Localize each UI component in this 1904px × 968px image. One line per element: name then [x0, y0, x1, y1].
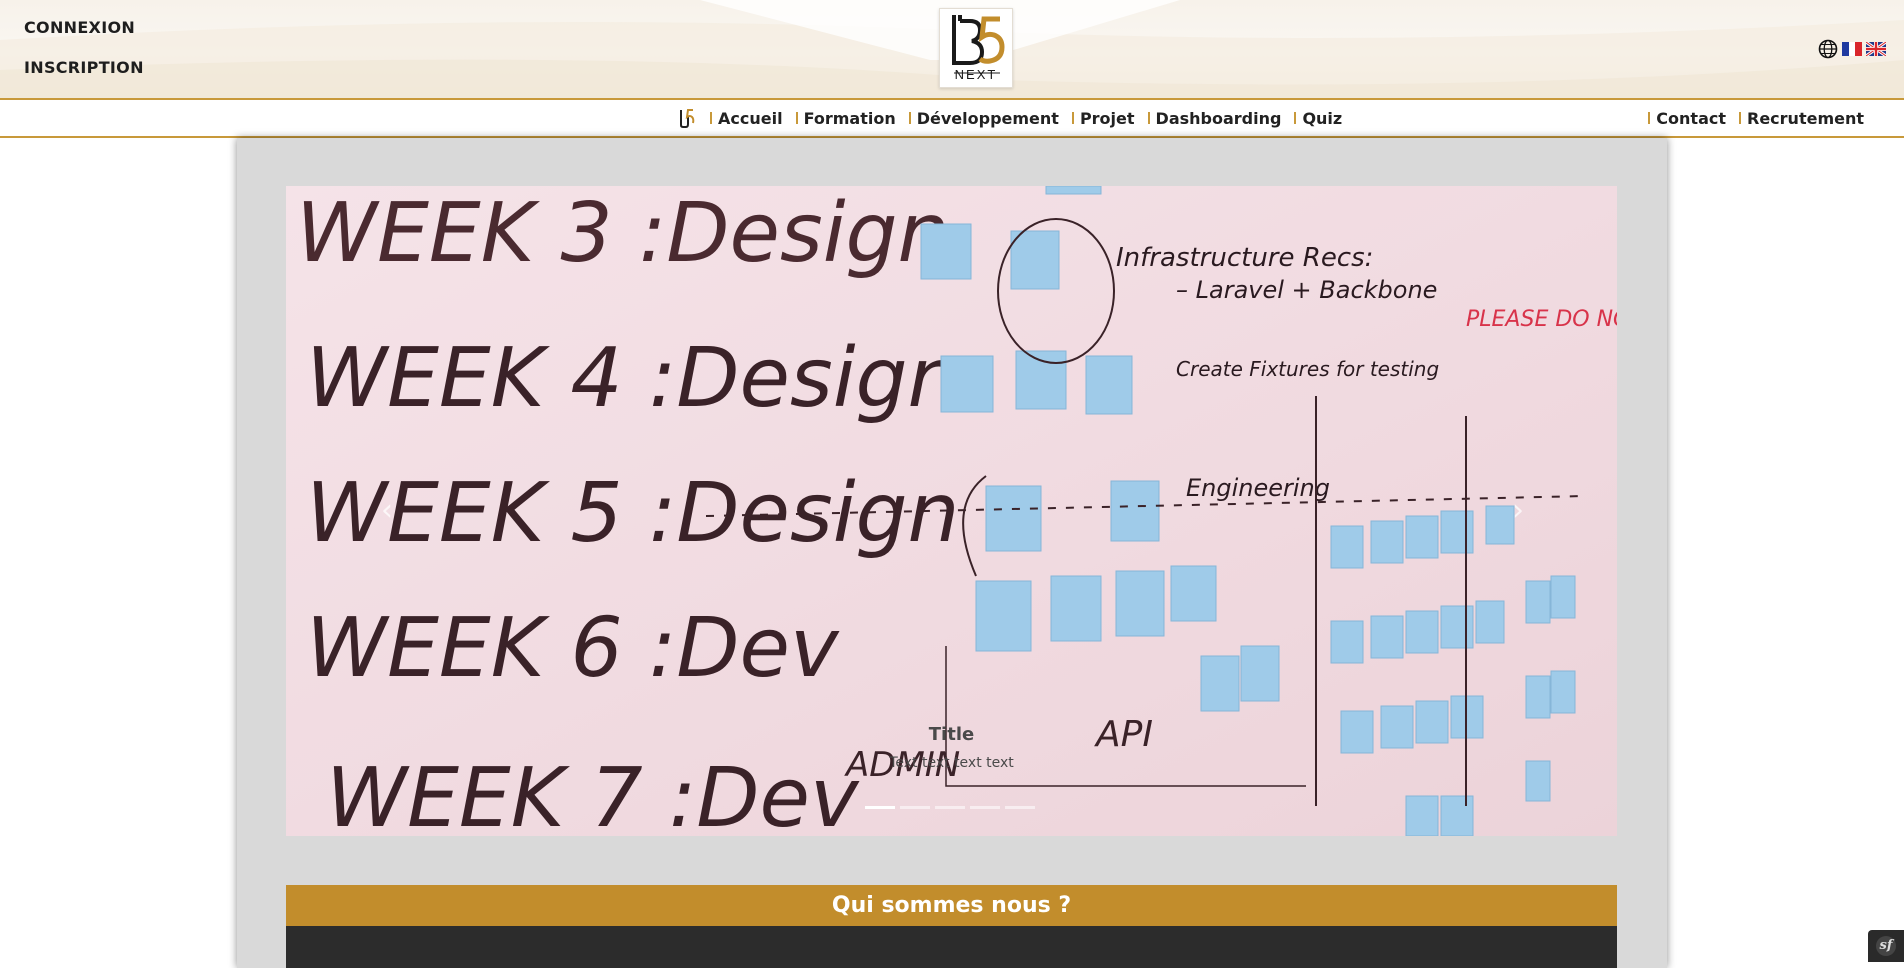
b5-next-logo-graphic: NEXT — [952, 15, 1005, 82]
wb-laravel: – Laravel + Backbone — [1176, 276, 1437, 304]
nav-separator — [908, 112, 911, 124]
nav-item-label: Développement — [916, 108, 1059, 128]
flag-uk-icon[interactable] — [1866, 42, 1886, 56]
nav-item-formation[interactable]: Formation — [795, 108, 896, 128]
nav-item-label: Dashboarding — [1155, 108, 1282, 128]
wb-please: PLEASE DO NOT ERA — [1466, 307, 1617, 332]
connexion-link[interactable]: CONNEXION — [24, 18, 144, 58]
nav-item-label: Projet — [1079, 108, 1135, 128]
globe-icon[interactable] — [1818, 39, 1838, 59]
nav-item-recrutement[interactable]: Recrutement — [1739, 109, 1864, 128]
logo-next-text: NEXT — [955, 67, 998, 82]
main-navigation: Accueil Formation Développement Projet D… — [0, 100, 1904, 136]
nav-main-items: Accueil Formation Développement Projet D… — [677, 100, 1342, 136]
nav-item-quiz[interactable]: Quiz — [1294, 109, 1342, 128]
carousel-caption-title: Title — [928, 724, 975, 745]
nav-item-label: Contact — [1656, 108, 1726, 128]
nav-separator — [1147, 112, 1150, 124]
hero-carousel: WEEK 3 :Design WEEK 4 :Design WEEK 5 :De… — [286, 186, 1617, 836]
site-logo[interactable]: NEXT — [939, 8, 1013, 88]
wb-engineering: Engineering — [1186, 474, 1330, 502]
inscription-link[interactable]: INSCRIPTION — [24, 58, 144, 98]
nav-item-label: Formation — [803, 108, 896, 128]
nav-separator — [795, 112, 798, 124]
symfony-toolbar-toggle[interactable]: sf — [1868, 930, 1904, 962]
nav-item-developpement[interactable]: Développement — [908, 108, 1059, 128]
nav-item-projet[interactable]: Projet — [1071, 108, 1135, 128]
wb-week6: WEEK 6 :Dev — [306, 601, 840, 696]
nav-separator — [1648, 112, 1651, 124]
carousel-prev-button[interactable]: ‹ — [372, 496, 402, 526]
symfony-icon: sf — [1876, 936, 1896, 956]
section-title-qui-sommes-nous: Qui sommes nous ? — [286, 885, 1617, 926]
nav-separator — [1294, 112, 1297, 124]
top-header: CONNEXION INSCRIPTION NEXT — [0, 0, 1904, 98]
wb-fixtures: Create Fixtures for testing — [1176, 357, 1439, 381]
nav-item-label: Accueil — [718, 108, 783, 128]
nav-item-label: Quiz — [1302, 108, 1343, 128]
nav-separator — [1071, 112, 1074, 124]
wb-week4: WEEK 4 :Design — [306, 331, 960, 426]
main-content-panel: WEEK 3 :Design WEEK 4 :Design WEEK 5 :De… — [237, 138, 1667, 968]
nav-item-accueil[interactable]: Accueil — [710, 109, 783, 128]
carousel-indicator-5[interactable] — [1005, 806, 1035, 809]
carousel-indicators — [865, 806, 1035, 809]
flag-fr-icon[interactable] — [1842, 42, 1862, 56]
wb-infra: Infrastructure Recs: — [1116, 243, 1373, 273]
nav-right-items: Contact Recrutement — [1635, 100, 1864, 136]
nav-item-dashboarding[interactable]: Dashboarding — [1147, 108, 1282, 128]
carousel-caption-text: Text text text text — [889, 755, 1014, 771]
nav-home-logo-icon[interactable] — [677, 107, 697, 129]
nav-item-contact[interactable]: Contact — [1648, 109, 1726, 128]
carousel-indicator-4[interactable] — [970, 806, 1000, 809]
wb-week3: WEEK 3 :Design — [296, 186, 950, 281]
nav-separator — [710, 112, 712, 124]
carousel-next-button[interactable]: › — [1503, 496, 1533, 526]
auth-links: CONNEXION INSCRIPTION — [24, 18, 144, 98]
language-switcher — [1818, 39, 1886, 59]
nav-item-label: Recrutement — [1747, 108, 1864, 128]
nav-separator — [1739, 112, 1741, 124]
carousel-indicator-1[interactable] — [865, 806, 895, 809]
carousel-indicator-2[interactable] — [900, 806, 930, 809]
carousel-indicator-3[interactable] — [935, 806, 965, 809]
wb-week5: WEEK 5 :Design — [306, 466, 960, 561]
